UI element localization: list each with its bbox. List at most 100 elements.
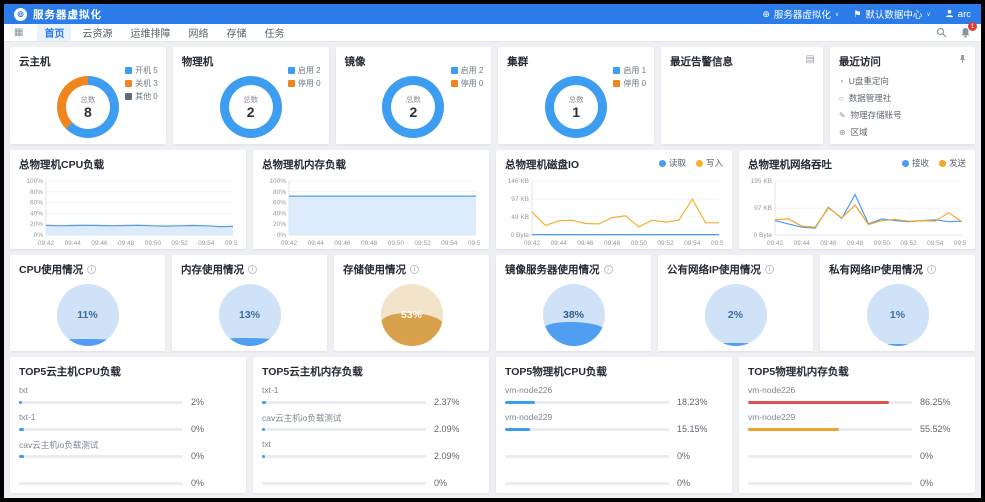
menu-item-0[interactable]: 首页 bbox=[37, 24, 71, 41]
card-title: 公有网络IP使用情况i bbox=[667, 262, 804, 277]
top5-item-3: 0% bbox=[19, 466, 237, 488]
card-title: 最近访问 bbox=[839, 54, 966, 69]
line-chart: 0%20%40%60%80%100%09:4209:4409:4609:4809… bbox=[19, 175, 237, 247]
info-icon[interactable]: i bbox=[927, 265, 936, 274]
menu-item-2[interactable]: 运维排障 bbox=[123, 24, 177, 41]
top5-item-line: 0% bbox=[19, 424, 237, 434]
menubar: ▦ 首页云资源运维排障网络存储任务 1 bbox=[4, 24, 981, 42]
top5-item-2: txt2.09% bbox=[262, 439, 480, 461]
svg-text:0 Byte: 0 Byte bbox=[511, 232, 530, 239]
recent-item-3[interactable]: ⊕区域 bbox=[839, 126, 966, 138]
search-icon[interactable] bbox=[935, 27, 947, 39]
edit-icon: ✎ bbox=[839, 111, 846, 120]
top5-item-value: 86.25% bbox=[920, 397, 966, 407]
svg-text:09:48: 09:48 bbox=[847, 240, 864, 247]
top5-item-name bbox=[748, 439, 966, 449]
product-switcher[interactable]: ⊕ 服务器虚拟化 ∨ bbox=[762, 7, 839, 21]
svg-text:09:46: 09:46 bbox=[334, 240, 351, 247]
svg-text:0 Byte: 0 Byte bbox=[754, 232, 773, 239]
legend-label: 启用 2 bbox=[461, 65, 484, 76]
top5-item-line: 15.15% bbox=[505, 424, 723, 434]
pin-icon[interactable] bbox=[958, 54, 967, 67]
svg-text:60%: 60% bbox=[273, 200, 286, 207]
info-icon[interactable]: i bbox=[765, 265, 774, 274]
top5-card-0: TOP5云主机CPU负载txt2%txt-10%cav云主机io负载测试0%0%… bbox=[10, 357, 246, 493]
card-title: 总物理机CPU负载 bbox=[19, 157, 237, 172]
datacenter-switcher[interactable]: ⚑ 默认数据中心 ∨ bbox=[853, 7, 931, 21]
top5-item-line: 0% bbox=[262, 478, 480, 488]
svg-text:49 KB: 49 KB bbox=[511, 214, 529, 221]
gauge-value: 11% bbox=[57, 284, 119, 346]
menu-item-4[interactable]: 存储 bbox=[219, 24, 253, 41]
menu-item-3[interactable]: 网络 bbox=[181, 24, 215, 41]
donut-hole: 总数1 bbox=[554, 85, 598, 129]
progress-track bbox=[262, 482, 426, 485]
top5-item-line: 55.52% bbox=[748, 424, 966, 434]
recent-list: ◔U盘重定向○数据管理社✎物理存储账号⊕区域▣山峰◎云时钟策略管理 bbox=[839, 75, 966, 144]
bell-icon[interactable]: 1 bbox=[959, 27, 971, 39]
top5-item-line: 2.09% bbox=[262, 424, 480, 434]
apps-grid-icon[interactable]: ▦ bbox=[14, 27, 23, 38]
chart-legend-item[interactable]: 读取 bbox=[659, 157, 686, 169]
legend-dot bbox=[902, 160, 909, 167]
legend-label: 读取 bbox=[669, 157, 686, 169]
top5-item-line: 0% bbox=[19, 478, 237, 488]
gauge-value: 13% bbox=[219, 284, 281, 346]
top5-item-value: 0% bbox=[677, 478, 723, 488]
top5-item-1: vm-node22915.15% bbox=[505, 412, 723, 434]
gauge-value: 53% bbox=[381, 284, 443, 346]
card-title: 最近告警信息 bbox=[670, 54, 814, 69]
svg-text:0%: 0% bbox=[34, 232, 44, 239]
legend-label: 启用 1 bbox=[623, 65, 646, 76]
menu-item-1[interactable]: 云资源 bbox=[75, 24, 119, 41]
progress-bar bbox=[262, 428, 265, 431]
recent-item-0[interactable]: ◔U盘重定向 bbox=[839, 75, 966, 87]
chart-legend-item[interactable]: 接收 bbox=[902, 157, 929, 169]
list-icon[interactable]: ▤ bbox=[805, 54, 814, 65]
donut-total-value: 2 bbox=[247, 105, 255, 120]
legend-label: 接收 bbox=[912, 157, 929, 169]
top5-item-name: txt-1 bbox=[262, 385, 480, 395]
top5-item-line: 0% bbox=[19, 451, 237, 461]
chart-card-2: 总物理机磁盘IO读取写入0 Byte49 KB97 KB146 KB09:420… bbox=[496, 150, 732, 249]
top5-item-3: 0% bbox=[505, 466, 723, 488]
info-icon[interactable]: i bbox=[410, 265, 419, 274]
top5-item-1: cav云主机io负载测试2.09% bbox=[262, 412, 480, 434]
card-title: 镜像服务器使用情况i bbox=[505, 262, 642, 277]
info-icon[interactable]: i bbox=[87, 265, 96, 274]
top5-item-name bbox=[262, 466, 480, 476]
top5-row: TOP5云主机CPU负载txt2%txt-10%cav云主机io负载测试0%0%… bbox=[10, 357, 975, 493]
menu-item-5[interactable]: 任务 bbox=[257, 24, 291, 41]
legend-label: 其他 0 bbox=[135, 91, 158, 102]
top5-item-name: vm-node229 bbox=[748, 412, 966, 422]
datacenter-label: 默认数据中心 bbox=[865, 7, 922, 21]
card-title: 总物理机内存负载 bbox=[262, 157, 480, 172]
legend-dot bbox=[125, 93, 132, 100]
legend-label: 停用 0 bbox=[298, 78, 321, 89]
liquid-gauge: 53% bbox=[381, 284, 443, 346]
top5-item-value: 0% bbox=[677, 451, 723, 461]
svg-text:09:42: 09:42 bbox=[38, 240, 55, 247]
flag-icon: ⚑ bbox=[853, 10, 861, 19]
svg-text:146 KB: 146 KB bbox=[508, 178, 529, 185]
svg-text:09:54: 09:54 bbox=[684, 240, 701, 247]
top5-item-value: 15.15% bbox=[677, 424, 723, 434]
svg-text:09:50: 09:50 bbox=[631, 240, 648, 247]
chart-legend-item[interactable]: 写入 bbox=[696, 157, 723, 169]
gauges-row: CPU使用情况i11%内存使用情况i13%存储使用情况i53%镜像服务器使用情况… bbox=[10, 255, 975, 351]
top5-item-name: vm-node226 bbox=[505, 385, 723, 395]
info-icon[interactable]: i bbox=[248, 265, 257, 274]
info-icon[interactable]: i bbox=[604, 265, 613, 274]
svg-text:09:48: 09:48 bbox=[604, 240, 621, 247]
top5-item-1: txt-10% bbox=[19, 412, 237, 434]
progress-bar bbox=[262, 401, 266, 404]
progress-bar bbox=[748, 428, 839, 431]
card-title: CPU使用情况i bbox=[19, 262, 156, 277]
user-menu[interactable]: arc bbox=[945, 9, 971, 20]
progress-bar bbox=[19, 401, 22, 404]
recent-item-4[interactable]: ▣山峰 bbox=[839, 143, 966, 144]
top5-item-2: 0% bbox=[505, 439, 723, 461]
chart-legend-item[interactable]: 发送 bbox=[939, 157, 966, 169]
recent-item-1[interactable]: ○数据管理社 bbox=[839, 92, 966, 104]
recent-item-2[interactable]: ✎物理存储账号 bbox=[839, 109, 966, 121]
